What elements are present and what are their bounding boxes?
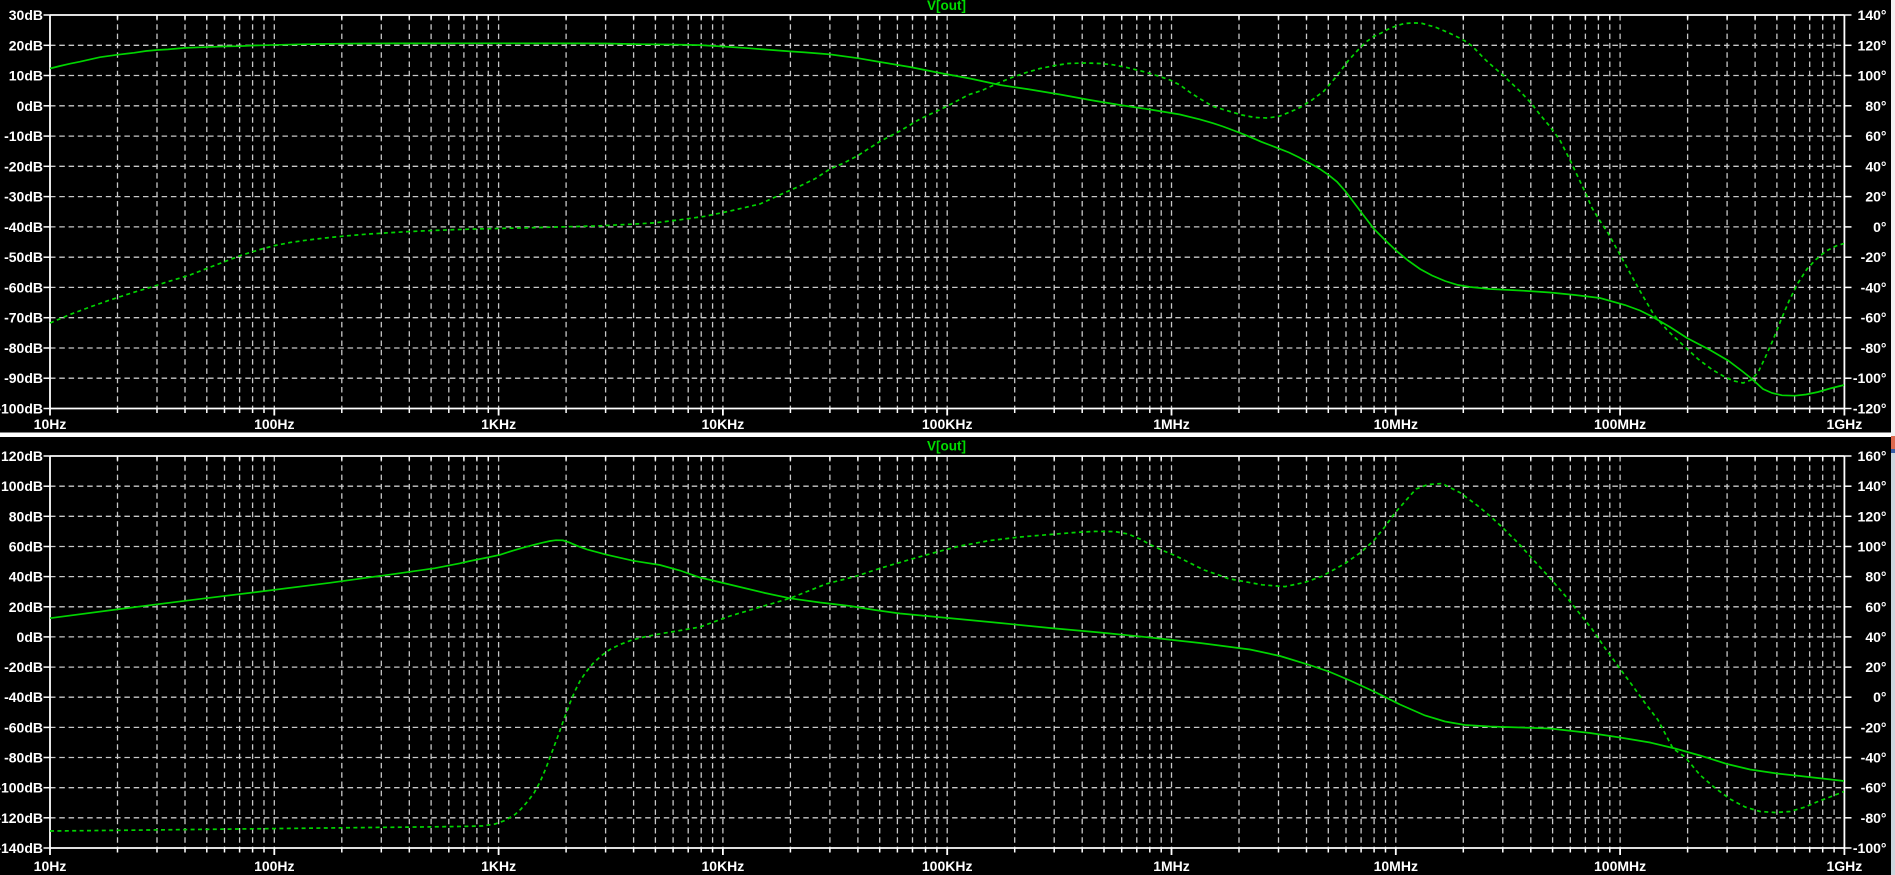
svg-text:V[out]: V[out] xyxy=(927,0,966,13)
svg-text:20°: 20° xyxy=(1865,659,1886,675)
svg-text:-70dB: -70dB xyxy=(4,310,43,326)
svg-text:-10dB: -10dB xyxy=(4,128,43,144)
svg-text:20°: 20° xyxy=(1865,189,1886,205)
svg-text:V[out]: V[out] xyxy=(927,439,966,454)
svg-text:160°: 160° xyxy=(1858,448,1887,464)
svg-text:-100°: -100° xyxy=(1853,370,1887,386)
svg-text:100dB: 100dB xyxy=(1,478,43,494)
svg-text:1MHz: 1MHz xyxy=(1153,858,1190,874)
svg-text:100MHz: 100MHz xyxy=(1594,416,1646,432)
svg-text:-100°: -100° xyxy=(1853,840,1887,856)
svg-text:10Hz: 10Hz xyxy=(34,858,67,874)
svg-text:0dB: 0dB xyxy=(17,629,43,645)
svg-text:10Hz: 10Hz xyxy=(34,416,67,432)
svg-text:10KHz: 10KHz xyxy=(702,858,745,874)
svg-text:80dB: 80dB xyxy=(9,508,43,524)
svg-text:-40dB: -40dB xyxy=(4,219,43,235)
svg-text:80°: 80° xyxy=(1865,98,1886,114)
svg-text:1MHz: 1MHz xyxy=(1153,416,1190,432)
svg-text:100MHz: 100MHz xyxy=(1594,858,1646,874)
svg-text:-120°: -120° xyxy=(1853,401,1887,417)
svg-text:10dB: 10dB xyxy=(9,68,43,84)
svg-text:60°: 60° xyxy=(1865,128,1886,144)
svg-text:10MHz: 10MHz xyxy=(1374,416,1418,432)
svg-text:-20°: -20° xyxy=(1861,719,1887,735)
svg-text:140°: 140° xyxy=(1858,478,1887,494)
svg-text:1GHz: 1GHz xyxy=(1827,858,1863,874)
svg-text:120dB: 120dB xyxy=(1,448,43,464)
svg-text:100Hz: 100Hz xyxy=(254,858,294,874)
svg-text:40°: 40° xyxy=(1865,158,1886,174)
svg-text:-50dB: -50dB xyxy=(4,249,43,265)
svg-text:-80°: -80° xyxy=(1861,810,1887,826)
svg-text:-60dB: -60dB xyxy=(4,279,43,295)
svg-text:-100dB: -100dB xyxy=(0,780,43,796)
svg-text:120°: 120° xyxy=(1858,37,1887,53)
svg-text:-80dB: -80dB xyxy=(4,340,43,356)
svg-text:100KHz: 100KHz xyxy=(922,416,973,432)
svg-text:-20dB: -20dB xyxy=(4,158,43,174)
svg-text:-60dB: -60dB xyxy=(4,719,43,735)
svg-text:1KHz: 1KHz xyxy=(481,416,516,432)
svg-text:100°: 100° xyxy=(1858,68,1887,84)
svg-text:100Hz: 100Hz xyxy=(254,416,294,432)
svg-text:0dB: 0dB xyxy=(17,98,43,114)
svg-text:1KHz: 1KHz xyxy=(481,858,516,874)
svg-text:-40°: -40° xyxy=(1861,279,1887,295)
svg-text:80°: 80° xyxy=(1865,569,1886,585)
svg-text:40°: 40° xyxy=(1865,629,1886,645)
svg-text:-140dB: -140dB xyxy=(0,840,43,856)
svg-text:0°: 0° xyxy=(1873,689,1886,705)
svg-text:20dB: 20dB xyxy=(9,37,43,53)
svg-text:-40dB: -40dB xyxy=(4,689,43,705)
svg-text:-60°: -60° xyxy=(1861,780,1887,796)
svg-text:-40°: -40° xyxy=(1861,750,1887,766)
svg-text:-30dB: -30dB xyxy=(4,189,43,205)
svg-text:40dB: 40dB xyxy=(9,569,43,585)
svg-text:60°: 60° xyxy=(1865,599,1886,615)
svg-text:-120dB: -120dB xyxy=(0,810,43,826)
svg-text:10MHz: 10MHz xyxy=(1374,858,1418,874)
svg-text:140°: 140° xyxy=(1858,7,1887,23)
svg-text:30dB: 30dB xyxy=(9,7,43,23)
svg-text:-90dB: -90dB xyxy=(4,370,43,386)
svg-text:1GHz: 1GHz xyxy=(1827,416,1863,432)
svg-text:60dB: 60dB xyxy=(9,539,43,555)
svg-text:-60°: -60° xyxy=(1861,310,1887,326)
svg-text:20dB: 20dB xyxy=(9,599,43,615)
svg-text:120°: 120° xyxy=(1858,508,1887,524)
svg-text:-80dB: -80dB xyxy=(4,750,43,766)
svg-text:-80°: -80° xyxy=(1861,340,1887,356)
svg-text:-20°: -20° xyxy=(1861,249,1887,265)
svg-text:0°: 0° xyxy=(1873,219,1886,235)
svg-text:100KHz: 100KHz xyxy=(922,858,973,874)
svg-text:-100dB: -100dB xyxy=(0,401,43,417)
svg-text:-20dB: -20dB xyxy=(4,659,43,675)
svg-text:100°: 100° xyxy=(1858,539,1887,555)
svg-text:10KHz: 10KHz xyxy=(702,416,745,432)
